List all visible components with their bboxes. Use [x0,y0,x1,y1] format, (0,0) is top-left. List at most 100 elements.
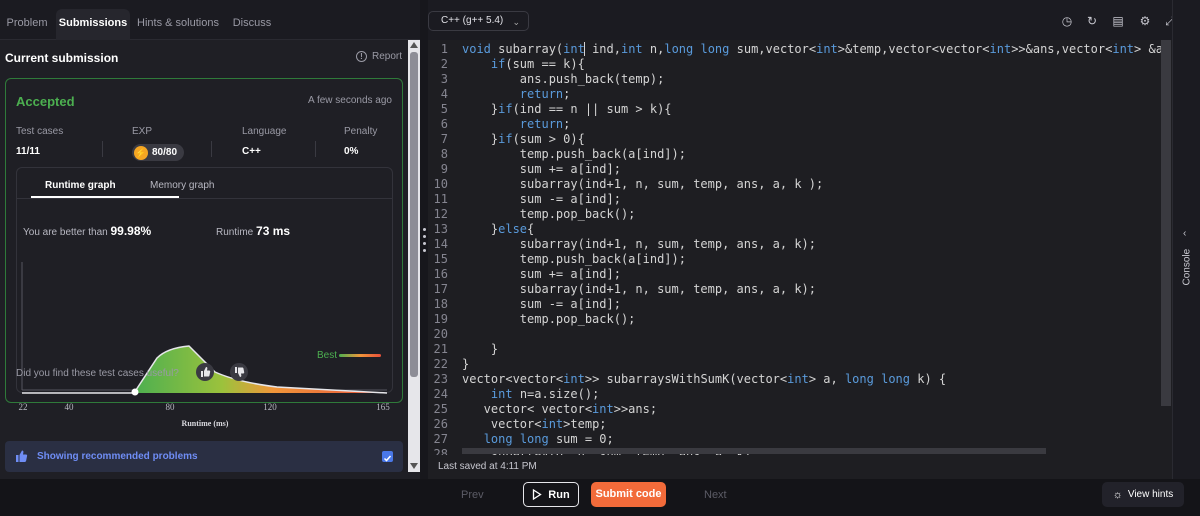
tab-memory-graph[interactable]: Memory graph [150,180,214,191]
line-number: 24 [433,387,448,401]
code-line[interactable]: } [462,342,498,356]
code-line[interactable]: sum -= a[ind]; [462,192,621,206]
line-number: 8 [440,147,448,161]
test-cases-label: Test cases [16,126,64,137]
code-line[interactable]: temp.push_back(a[ind]); [462,252,686,266]
thumbs-up-button[interactable] [196,363,214,381]
code-horizontal-scrollbar[interactable] [462,448,1046,454]
code-line[interactable]: int n=a.size(); [462,387,599,401]
panel-resize-handle[interactable] [423,228,427,256]
tab-hints-solutions[interactable]: Hints & solutions [134,9,222,40]
code-line[interactable]: temp.pop_back(); [462,207,636,221]
line-number: 3 [440,72,448,86]
line-number: 26 [433,417,448,431]
best-label: Best [317,350,337,361]
code-line[interactable]: ans.push_back(temp); [462,72,665,86]
best-gradient-bar [339,354,381,357]
penalty-value: 0% [344,146,359,157]
exp-label: EXP [132,126,153,137]
code-line[interactable]: sum -= a[ind]; [462,297,621,311]
recommended-checkbox[interactable] [382,451,393,462]
line-number: 18 [433,297,448,311]
chevron-down-icon: ⌄ [512,17,520,27]
code-line[interactable]: if(sum == k){ [462,57,585,71]
tab-discuss[interactable]: Discuss [226,9,278,40]
gear-icon[interactable]: ⚙ [1138,14,1152,28]
scrollbar-thumb[interactable] [410,52,418,377]
tab-problem[interactable]: Problem [0,9,54,40]
thumbs-up-icon [16,450,28,462]
problem-tabs: Problem Submissions Hints & solutions Di… [0,0,420,40]
run-label: Run [548,488,570,501]
graph-card: Runtime graph Memory graph You are bette… [16,167,393,428]
thumbs-down-button[interactable] [230,363,248,381]
bottom-action-bar: Prev Run Submit code Next ☼ View hints [0,479,1200,516]
divider [211,141,212,157]
divider [315,141,316,157]
code-line[interactable]: vector< vector<int>>ans; [462,402,657,416]
code-line[interactable]: }else{ [462,222,534,236]
runtime-text: Runtime 73 ms [216,224,290,238]
line-number: 1 [440,42,448,56]
line-number: 27 [433,432,448,446]
better-than-value: 99.98% [110,224,152,238]
line-number: 22 [433,357,448,371]
line-number: 28 [433,447,448,455]
line-number: 20 [433,327,448,341]
code-line[interactable]: temp.pop_back(); [462,312,636,326]
view-hints-button[interactable]: ☼ View hints [1102,482,1184,507]
code-line[interactable]: subarray(ind+1, n, sum, temp, ans, a, k … [462,177,823,191]
next-button[interactable]: Next [704,489,727,501]
tab-submissions[interactable]: Submissions [56,9,130,40]
thumbs-down-icon [235,367,245,377]
recommended-label: Showing recommended problems [37,451,198,462]
language-select[interactable]: C++ (g++ 5.4) ⌄ [428,11,529,31]
info-icon: ! [356,51,367,62]
chevron-left-icon[interactable]: ‹ [1183,228,1186,239]
code-line[interactable]: subarray(ind+1, n, sum, temp, ans, a, k)… [462,282,816,296]
refresh-icon[interactable]: ↻ [1085,14,1099,28]
line-number: 10 [433,177,448,191]
report-button[interactable]: ! Report [356,51,402,62]
code-vertical-scrollbar[interactable] [1161,40,1171,406]
code-area[interactable]: 1 void subarray(int ind,int n,long long s… [428,40,1172,455]
line-number: 5 [440,102,448,116]
timer-icon[interactable]: ◷ [1060,14,1074,28]
code-line[interactable]: subarray(ind+1, n, sum, temp, ans, a, k)… [462,237,816,251]
scroll-down-arrow-icon[interactable] [410,463,418,469]
code-line[interactable]: }if(ind == n || sum > k){ [462,102,672,116]
line-number: 19 [433,312,448,326]
feedback-question: Did you find these test cases useful? [16,368,179,379]
scroll-up-arrow-icon[interactable] [410,42,418,48]
code-line[interactable]: } [462,357,469,371]
code-line[interactable]: return; [462,117,571,131]
code-line[interactable]: sum += a[ind]; [462,162,621,176]
submit-code-button[interactable]: Submit code [591,482,666,507]
code-line[interactable]: temp.push_back(a[ind]); [462,147,686,161]
line-number: 12 [433,207,448,221]
run-button[interactable]: Run [523,482,579,507]
left-scrollbar[interactable] [408,40,420,472]
recommended-problems-bar[interactable]: Showing recommended problems [5,441,403,472]
better-than-label: You are better than [23,227,108,238]
line-number: 23 [433,372,448,386]
console-panel-toggle[interactable]: ‹ Console [1172,0,1200,479]
check-icon [383,455,392,462]
code-line[interactable]: sum += a[ind]; [462,267,621,281]
tab-runtime-graph[interactable]: Runtime graph [45,180,116,191]
code-line[interactable]: vector<int>temp; [462,417,607,431]
view-hints-label: View hints [1127,489,1174,500]
last-saved-text: Last saved at 4:11 PM [438,461,537,472]
code-line[interactable]: }if(sum > 0){ [462,132,585,146]
better-than-text: You are better than 99.98% [23,224,151,238]
code-line[interactable]: void subarray(int ind,int n,long long su… [462,42,1170,56]
line-number: 9 [440,162,448,176]
runtime-label: Runtime [216,227,254,238]
notes-icon[interactable]: ▤ [1111,14,1125,28]
prev-button[interactable]: Prev [461,489,484,501]
line-number: 7 [440,132,448,146]
penalty-label: Penalty [344,126,378,137]
code-line[interactable]: return; [462,87,571,101]
code-line[interactable]: long long sum = 0; [462,432,614,446]
code-line[interactable]: vector<vector<int>> subarraysWithSumK(ve… [462,372,946,386]
